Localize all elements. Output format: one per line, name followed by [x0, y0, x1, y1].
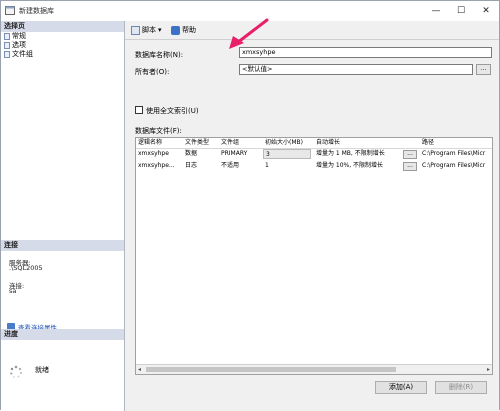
progress-status: 就绪: [35, 366, 49, 374]
page-item-options[interactable]: 选项: [4, 41, 26, 50]
help-icon: [171, 25, 180, 35]
page-item-label: 常规: [12, 32, 26, 40]
database-app-icon: [5, 6, 15, 15]
chevron-down-icon: ▾: [158, 26, 162, 34]
column-header-logical-name[interactable]: 逻辑名称: [136, 138, 181, 148]
remove-button[interactable]: 删除(R): [435, 381, 487, 394]
horizontal-scrollbar[interactable]: ◂ ▸: [136, 364, 492, 374]
select-page-header: 选择页: [1, 21, 124, 32]
filegroup-cell: PRIMARY: [221, 150, 248, 157]
column-header-initial-size[interactable]: 初始大小(MB): [263, 138, 313, 148]
fulltext-label: 使用全文索引(U): [146, 107, 199, 115]
column-header-autogrowth[interactable]: 自动增长: [314, 138, 419, 148]
fulltext-checkbox[interactable]: [135, 106, 143, 114]
db-name-label: 数据库名称(N):: [135, 51, 184, 59]
owner-input[interactable]: <默认值>: [239, 64, 473, 75]
scroll-thumb[interactable]: [146, 367, 396, 372]
autogrowth-cell: 增量为 10%, 不限制增长: [316, 162, 384, 169]
page-icon: [4, 33, 10, 40]
progress-spinner-icon: [10, 365, 23, 378]
page-icon: [4, 42, 10, 49]
logical-name-cell[interactable]: xmxsyhpe: [136, 149, 181, 159]
server-value: .\SQL2005: [9, 264, 43, 272]
autogrowth-cell: 增量为 1 MB, 不限制增长: [316, 150, 385, 157]
owner-browse-button[interactable]: ...: [476, 64, 491, 75]
add-button[interactable]: 添加(A): [375, 381, 427, 394]
connection-value: sa: [9, 287, 17, 295]
db-name-input[interactable]: xmxsyhpe: [239, 47, 492, 58]
table-row[interactable]: xmxsyhpe... 日志 不适用 1 增量为 10%, 不限制增长 ... …: [136, 161, 492, 173]
initial-size-cell[interactable]: 1: [263, 161, 311, 171]
script-icon: [131, 25, 140, 35]
column-header-file-type[interactable]: 文件类型: [183, 138, 217, 148]
help-button[interactable]: 帮助: [171, 24, 196, 36]
file-type-cell: 日志: [185, 162, 198, 169]
page-item-general[interactable]: 常规: [4, 32, 26, 41]
script-label: 脚本: [142, 26, 156, 34]
page-item-label: 文件组: [12, 50, 33, 58]
file-type-cell: 数据: [185, 150, 198, 157]
path-cell: C:\Program Files\Micr: [422, 150, 486, 157]
window-title: 新建数据库: [19, 7, 54, 15]
database-files-grid[interactable]: 逻辑名称 文件类型 文件组 初始大小(MB) 自动增长 路径 xmxsyhpe …: [135, 137, 493, 375]
right-panel: 脚本 ▾ 帮助 数据库名称(N): xmxsyhpe 所有者(O): <默认值>…: [125, 21, 499, 411]
logical-name-cell[interactable]: xmxsyhpe...: [136, 161, 181, 171]
owner-label: 所有者(O):: [135, 68, 170, 76]
left-panel: 选择页 常规 选项 文件组 连接 服务器: .\SQL2005 连接: sa 查…: [1, 21, 125, 411]
scroll-left-icon[interactable]: ◂: [138, 366, 141, 373]
new-database-window: 新建数据库 — ☐ ✕ 选择页 常规 选项 文件组 连接 服务器: .\SQL2…: [0, 0, 500, 411]
table-row[interactable]: xmxsyhpe 数据 PRIMARY 3 增量为 1 MB, 不限制增长 ..…: [136, 149, 492, 161]
grid-header-row: 逻辑名称 文件类型 文件组 初始大小(MB) 自动增长 路径: [136, 138, 492, 149]
filegroup-cell: 不适用: [221, 162, 240, 169]
db-files-label: 数据库文件(F):: [135, 127, 182, 135]
progress-header: 进度: [1, 329, 124, 340]
page-icon: [4, 51, 10, 58]
autogrowth-browse-button[interactable]: ...: [403, 150, 417, 159]
help-label: 帮助: [182, 26, 196, 34]
minimize-button[interactable]: —: [425, 4, 447, 18]
page-item-label: 选项: [12, 41, 26, 49]
column-header-path[interactable]: 路径: [420, 138, 492, 148]
autogrowth-browse-button[interactable]: ...: [403, 162, 417, 171]
scroll-right-icon[interactable]: ▸: [487, 366, 490, 373]
connection-header: 连接: [1, 240, 124, 251]
page-item-filegroups[interactable]: 文件组: [4, 50, 33, 59]
column-header-filegroup[interactable]: 文件组: [219, 138, 261, 148]
initial-size-cell[interactable]: 3: [263, 149, 311, 159]
close-button[interactable]: ✕: [475, 4, 497, 18]
maximize-button[interactable]: ☐: [450, 4, 472, 18]
path-cell: C:\Program Files\Micr: [422, 162, 486, 169]
script-button[interactable]: 脚本 ▾: [131, 24, 162, 36]
toolbar: 脚本 ▾ 帮助: [125, 21, 499, 40]
annotation-arrow-icon: [229, 18, 269, 49]
